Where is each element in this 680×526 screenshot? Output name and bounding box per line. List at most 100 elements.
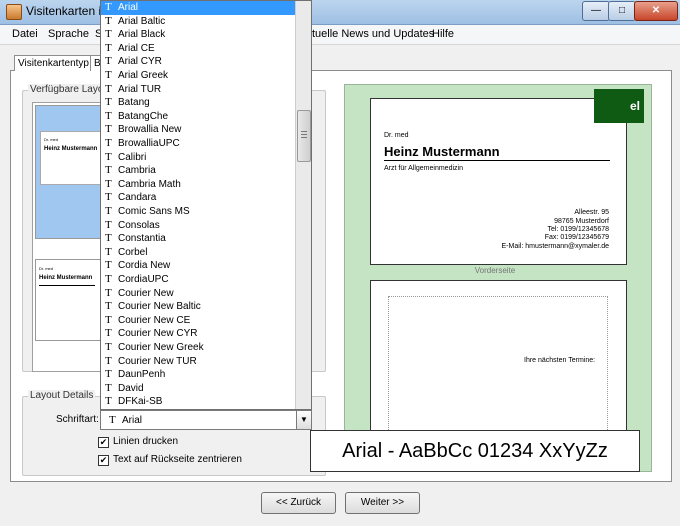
font-type-icon: T [105,286,112,299]
app-icon [6,4,22,20]
font-option-label: Browallia New [118,124,182,136]
font-option[interactable]: T Arial Baltic [101,15,295,29]
font-option-label: Cambria [118,165,156,177]
scroll-grip [301,137,307,138]
chevron-down-icon[interactable]: ▼ [296,411,311,429]
font-option[interactable]: T Cordia New [101,259,295,273]
print-lines-row[interactable]: ✔ Linien drucken [98,436,178,448]
font-type-icon: T [105,327,112,340]
font-select[interactable]: T Arial ▼ [100,410,312,430]
card-title: Dr. med [384,132,409,139]
thumb-title: Dr. med [44,137,59,142]
font-option[interactable]: T BatangChe [101,110,295,124]
menu-news[interactable]: tuelle News und Updates [312,28,434,40]
font-option[interactable]: T Comic Sans MS [101,205,295,219]
font-option-label: Courier New Baltic [118,301,201,313]
font-option[interactable]: T Courier New Baltic [101,300,295,314]
font-option[interactable]: T Calibri [101,151,295,165]
font-option[interactable]: T David [101,382,295,396]
font-option-label: CordiaUPC [118,274,169,285]
font-type-icon: T [105,273,112,285]
close-button[interactable]: ✕ [634,1,678,21]
font-option-label: Arial Baltic [118,15,166,27]
font-option[interactable]: T Candara [101,191,295,205]
maximize-button[interactable]: □ [608,1,636,21]
card-subtitle: Arzt für Allgemeinmedizin [384,165,463,172]
layout-thumb-1[interactable]: Dr. med Heinz Mustermann [35,105,103,239]
font-option-label: Constantia [118,233,166,245]
font-option[interactable]: T BrowalliaUPC [101,137,295,151]
scroll-thumb[interactable] [297,110,311,162]
font-type-icon: T [105,245,112,258]
font-option-label: Comic Sans MS [118,206,190,217]
font-option[interactable]: T Cambria [101,164,295,178]
center-text-row[interactable]: ✔ Text auf Rückseite zentrieren [98,454,242,466]
layout-thumb-2[interactable]: Dr. med Heinz Mustermann [35,259,103,341]
thumb-name-2: Heinz Mustermann [39,275,93,281]
font-option[interactable]: T Constantia [101,232,295,246]
font-type-icon: T [105,1,112,13]
font-option-label: Arial Greek [118,70,169,81]
font-option-label: Courier New CYR [118,328,198,340]
font-option-label: Arial Black [118,29,166,41]
font-type-icon: T [105,55,112,68]
back-button[interactable]: << Zurück [261,492,336,514]
tab-visitenkartentyp[interactable]: Visitenkartentyp [14,55,93,71]
font-type-icon: T [109,414,116,426]
font-type-icon: T [105,150,112,163]
font-option[interactable]: T Courier New TUR [101,355,295,369]
menu-datei[interactable]: Datei [12,28,38,40]
font-type-icon: T [105,28,112,41]
font-option[interactable]: T Batang [101,96,295,110]
font-option-label: Arial CE [118,42,155,54]
menu-sprache[interactable]: Sprache [48,28,89,40]
font-option[interactable]: T Arial Black [101,28,295,42]
font-type-icon: T [105,109,112,122]
font-type-icon: T [105,300,112,313]
font-option[interactable]: T CordiaUPC [101,273,295,287]
font-option-label: Calibri [118,151,147,163]
font-option-label: BrowalliaUPC [118,138,180,149]
font-option[interactable]: T Arial Greek [101,69,295,83]
print-lines-checkbox[interactable]: ✔ [98,437,109,448]
font-option[interactable]: T Courier New CYR [101,327,295,341]
font-option[interactable]: T Arial TUR [101,83,295,97]
font-option[interactable]: T Consolas [101,219,295,233]
font-option[interactable]: T Courier New Greek [101,341,295,355]
card-name: Heinz Mustermann [384,144,500,159]
font-select-text: Arial [122,415,143,426]
back-text-area [388,296,608,432]
font-option-label: Corbel [118,246,148,258]
scroll-grip [301,131,307,132]
layout-list[interactable]: Dr. med Heinz Mustermann Dr. med Heinz M… [32,102,104,372]
scroll-grip [301,134,307,135]
card-rule [384,160,610,161]
menu-hilfe[interactable]: Hilfe [432,28,454,40]
font-option[interactable]: T Cambria Math [101,178,295,192]
card-email: E-Mail: hmustermann@xymaler.de [501,243,609,250]
center-text-checkbox[interactable]: ✔ [98,455,109,466]
font-option[interactable]: T Corbel [101,246,295,260]
center-text-label: Text auf Rückseite zentrieren [113,454,242,465]
font-option[interactable]: T Arial [101,1,295,15]
font-type-icon: T [105,41,112,54]
font-option[interactable]: T Arial CYR [101,55,295,69]
font-select-value: T Arial [109,414,142,426]
font-option-label: Arial TUR [118,83,162,95]
next-button[interactable]: Weiter >> [345,492,420,514]
minimize-button[interactable]: — [582,1,610,21]
font-dropdown-list[interactable]: T Arial T Arial Baltic T Arial Black T Arial CE… [100,0,312,410]
font-option[interactable]: T Courier New [101,287,295,301]
font-option[interactable]: T Browallia New [101,123,295,137]
font-option-label: Consolas [118,219,160,231]
window-title: Visitenkarten in [26,4,108,18]
font-type-icon: T [105,395,112,408]
font-option[interactable]: T Courier New CE [101,314,295,328]
dropdown-scrollbar[interactable] [295,1,311,409]
font-option[interactable]: T DFKai-SB [101,395,295,409]
font-type-icon: T [105,191,112,204]
card-fax: Fax: 0199/12345679 [544,234,609,241]
font-option[interactable]: T DaunPenh [101,368,295,382]
thumb-rule [39,285,95,286]
font-option[interactable]: T Arial CE [101,42,295,56]
